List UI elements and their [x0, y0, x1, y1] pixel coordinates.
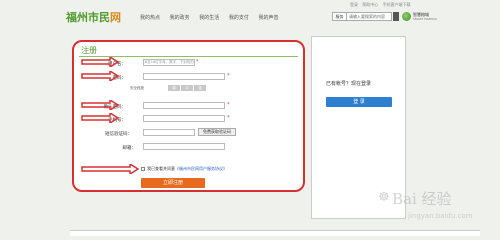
- site-header: 福州市民网 我的热点 我的政务 我的生活 我的支付 我的声音 服务 请输入要搜索…: [66, 9, 466, 27]
- baidu-jingyan-watermark: ☸ Bai 经验 jingyan.baidu.com: [378, 188, 494, 224]
- nav-item-voice[interactable]: 我的声音: [258, 15, 278, 21]
- annotation-arrow-icon: [81, 164, 140, 174]
- agree-checkbox[interactable]: [141, 167, 145, 171]
- login-prompt: 已有帐号？现在登录: [326, 81, 372, 87]
- nav-item-payment[interactable]: 我的支付: [229, 15, 249, 21]
- required-mark: *: [196, 59, 199, 65]
- top-app-download-link[interactable]: 手机客户端下载: [383, 2, 411, 7]
- brand-badge: 智慧榕城 SMART FUZHOU: [402, 11, 437, 22]
- search-button[interactable]: [393, 12, 399, 21]
- get-code-button[interactable]: 免费获取验证码: [198, 128, 236, 136]
- search-category-select[interactable]: 服务: [333, 13, 347, 20]
- main-nav: 我的热点 我的政务 我的生活 我的支付 我的声音: [140, 14, 286, 21]
- watermark-main: Bai 经验: [392, 190, 452, 208]
- top-help-link[interactable]: 帮助中心: [362, 2, 378, 7]
- logo-suffix: 网: [110, 11, 121, 24]
- brand-logo-icon: [402, 12, 411, 21]
- nav-item-life[interactable]: 我的生活: [199, 15, 219, 21]
- sms-code-input[interactable]: [143, 129, 195, 136]
- strength-weak: 弱: [168, 85, 180, 91]
- strength-medium: 中: [181, 85, 193, 91]
- strength-label: 安全程度: [130, 86, 144, 90]
- required-mark: *: [227, 73, 230, 79]
- agreement-link[interactable]: 《福州市民网用户服务协议》: [175, 166, 227, 171]
- brand-subtitle: SMART FUZHOU: [413, 17, 437, 21]
- annotation-arrow-icon: [81, 100, 120, 110]
- watermark-sub: jingyan.baidu.com: [408, 212, 473, 220]
- strength-strong: 强: [194, 85, 206, 91]
- annotation-arrow-icon: [81, 71, 120, 81]
- login-button[interactable]: 登 录: [326, 97, 392, 107]
- email-input[interactable]: [143, 143, 225, 150]
- search-input[interactable]: 请输入要搜索的内容: [349, 13, 385, 20]
- password-input[interactable]: [143, 73, 225, 80]
- search-box: 服务 请输入要搜索的内容: [332, 12, 399, 21]
- annotation-arrow-icon: [81, 57, 120, 67]
- confirm-password-input[interactable]: [143, 102, 225, 109]
- required-mark: *: [227, 115, 230, 121]
- username-input[interactable]: 6至16位字母、数字、下划线的组合: [143, 59, 195, 66]
- footer-strip: [70, 230, 480, 236]
- nav-item-hotspot[interactable]: 我的热点: [140, 15, 160, 21]
- nav-item-government[interactable]: 我的政务: [170, 15, 190, 21]
- required-mark: *: [227, 102, 230, 108]
- site-logo[interactable]: 福州市民网: [66, 9, 121, 25]
- panel-title: 注册: [81, 46, 97, 55]
- register-submit-button[interactable]: 立即注册: [141, 178, 205, 188]
- sms-code-label: 短信验证码：: [105, 132, 132, 137]
- agree-text: 我已查看并同意: [147, 166, 175, 171]
- top-login-link[interactable]: 登录: [350, 2, 358, 7]
- phone-input[interactable]: [143, 115, 225, 122]
- agreement-row: 我已查看并同意《福州市民网用户服务协议》: [141, 166, 227, 172]
- email-label: 邮箱：: [122, 146, 137, 151]
- annotation-arrow-icon: [81, 113, 120, 123]
- paw-icon: ☸: [378, 190, 390, 205]
- top-utility-links: 登录 帮助中心 手机客户端下载: [350, 2, 414, 8]
- logo-main: 福州市民: [66, 11, 110, 24]
